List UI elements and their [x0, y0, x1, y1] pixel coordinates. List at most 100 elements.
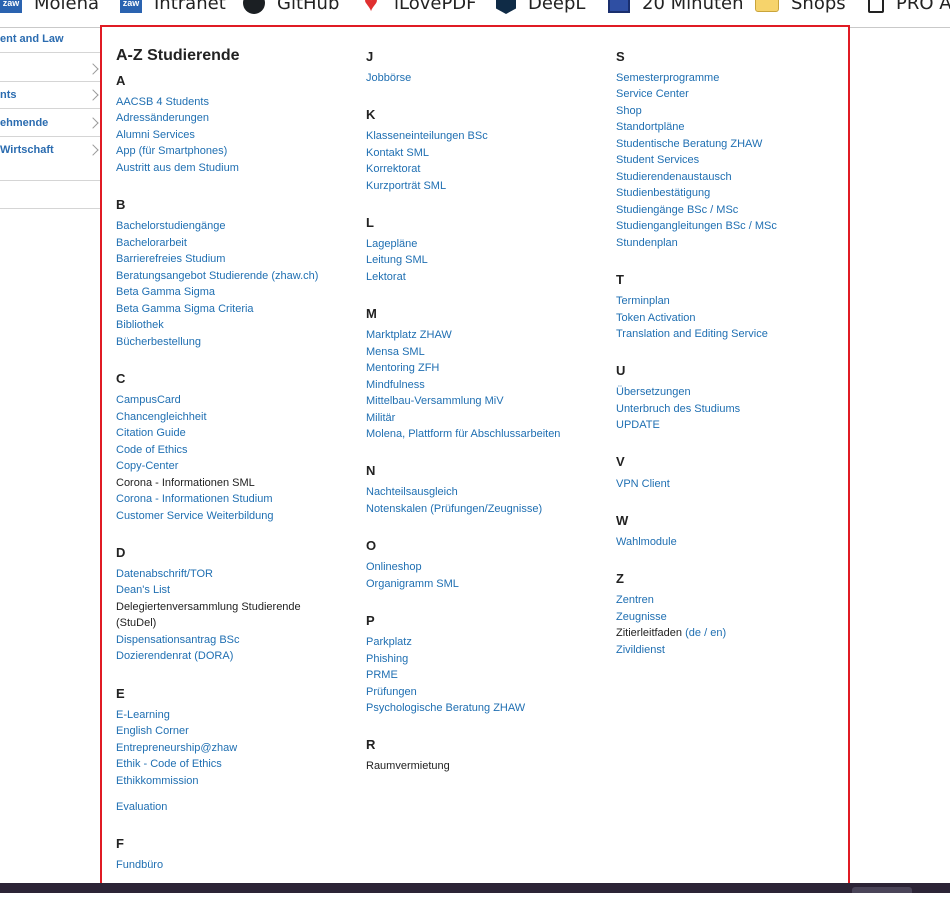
link-aacsb[interactable]: AACSB 4 Students — [116, 94, 209, 110]
link-alumni[interactable]: Alumni Services — [116, 127, 195, 143]
link-beratungsangebot[interactable]: Beratungsangebot Studierende (zhaw.ch) — [116, 268, 318, 284]
link-militaer[interactable]: Militär — [366, 410, 395, 426]
link-dispensationsantrag[interactable]: Dispensationsantrag BSc — [116, 632, 240, 648]
letter-heading-a: A — [116, 73, 126, 88]
link-bachelorstudiengaenge[interactable]: Bachelorstudiengänge — [116, 218, 225, 234]
link-beta-gamma-sigma[interactable]: Beta Gamma Sigma — [116, 284, 215, 300]
link-molena[interactable]: Molena, Plattform für Abschlussarbeiten — [366, 426, 560, 442]
link-deans-list[interactable]: Dean's List — [116, 582, 170, 598]
link-citation-guide[interactable]: Citation Guide — [116, 425, 186, 441]
link-pruefungen[interactable]: Prüfungen — [366, 684, 417, 700]
link-zentren[interactable]: Zentren — [616, 592, 654, 608]
link-studienbestaetigung[interactable]: Studienbestätigung — [616, 185, 710, 201]
link-bibliothek[interactable]: Bibliothek — [116, 317, 164, 333]
sidenav-item-economy[interactable]: Wirtschaft — [0, 144, 100, 160]
link-studiengangleitungen[interactable]: Studiengangleitungen BSc / MSc — [616, 218, 777, 234]
link-ethik-code[interactable]: Ethik - Code of Ethics — [116, 756, 222, 772]
link-mindfulness[interactable]: Mindfulness — [366, 377, 425, 393]
link-english-corner[interactable]: English Corner — [116, 723, 189, 739]
link-korrektorat[interactable]: Korrektorat — [366, 161, 420, 177]
chevron-right-icon — [87, 117, 99, 129]
link-terminplan[interactable]: Terminplan — [616, 293, 670, 309]
link-bachelorarbeit[interactable]: Bachelorarbeit — [116, 235, 187, 251]
divider — [0, 208, 100, 209]
link-customer-service[interactable]: Customer Service Weiterbildung — [116, 508, 274, 524]
link-campuscard[interactable]: CampusCard — [116, 392, 181, 408]
link-organigramm[interactable]: Organigramm SML — [366, 576, 459, 592]
sidenav-item-students[interactable]: nts — [0, 89, 100, 105]
link-klasseneinteilungen[interactable]: Klasseneinteilungen BSc — [366, 128, 488, 144]
link-entrepreneurship[interactable]: Entrepreneurship@zhaw — [116, 740, 237, 756]
link-translation-editing[interactable]: Translation and Editing Service — [616, 326, 768, 342]
link-zitierleitfaden-de[interactable]: de — [689, 627, 701, 639]
bookmark-folder-shops[interactable]: Shops — [755, 0, 846, 16]
bookmark-pro[interactable]: PRO A — [868, 0, 950, 16]
link-dozierendenrat[interactable]: Dozierendenrat (DORA) — [116, 648, 233, 664]
link-onlineshop[interactable]: Onlineshop — [366, 559, 422, 575]
link-stundenplan[interactable]: Stundenplan — [616, 235, 678, 251]
link-fundbuero[interactable]: Fundbüro — [116, 857, 163, 873]
link-student-services[interactable]: Student Services — [616, 152, 699, 168]
link-lageplaene[interactable]: Lagepläne — [366, 236, 417, 252]
bookmark-github[interactable]: GitHub — [243, 0, 339, 16]
link-app[interactable]: App (für Smartphones) — [116, 143, 227, 159]
link-jobboerse[interactable]: Jobbörse — [366, 70, 411, 86]
link-leitung-sml[interactable]: Leitung SML — [366, 252, 428, 268]
link-parkplatz[interactable]: Parkplatz — [366, 634, 412, 650]
link-uebersetzungen[interactable]: Übersetzungen — [616, 384, 691, 400]
sidenav-item-blank[interactable] — [0, 61, 100, 77]
link-standortplaene[interactable]: Standortpläne — [616, 119, 685, 135]
bookmark-intranet[interactable]: zaw Intranet — [120, 0, 226, 16]
link-barrierefrei[interactable]: Barrierefreies Studium — [116, 251, 225, 267]
link-chancengleichheit[interactable]: Chancengleichheit — [116, 409, 207, 425]
link-vpn-client[interactable]: VPN Client — [616, 476, 670, 492]
link-datenabschrift[interactable]: Datenabschrift/TOR — [116, 566, 213, 582]
link-studiengaenge[interactable]: Studiengänge BSc / MSc — [616, 202, 738, 218]
link-mensa[interactable]: Mensa SML — [366, 344, 425, 360]
link-semesterprogramme[interactable]: Semesterprogramme — [616, 70, 719, 86]
bookmark-ilovepdf[interactable]: ♥ iLovePDF — [360, 0, 477, 16]
sidenav-item-school[interactable]: ent and Law — [0, 33, 100, 45]
sidenav-item-participants[interactable]: ehmende — [0, 117, 100, 133]
bookmark-label: PRO A — [896, 0, 950, 14]
link-psychologische-beratung[interactable]: Psychologische Beratung ZHAW — [366, 700, 525, 716]
bookmark-molena[interactable]: zaw Molena — [0, 0, 99, 16]
link-austritt[interactable]: Austritt aus dem Studium — [116, 160, 239, 176]
link-ethikkommission[interactable]: Ethikkommission — [116, 773, 199, 789]
link-update[interactable]: UPDATE — [616, 417, 660, 433]
link-mittelbau[interactable]: Mittelbau-Versammlung MiV — [366, 393, 504, 409]
letter-heading-u: U — [616, 363, 626, 378]
link-phishing[interactable]: Phishing — [366, 651, 408, 667]
link-mentoring[interactable]: Mentoring ZFH — [366, 360, 439, 376]
link-corona-studium[interactable]: Corona - Informationen Studium — [116, 491, 273, 507]
link-shop[interactable]: Shop — [616, 103, 642, 119]
link-token-activation[interactable]: Token Activation — [616, 310, 696, 326]
link-copy-center[interactable]: Copy-Center — [116, 458, 178, 474]
link-zivildienst[interactable]: Zivildienst — [616, 642, 665, 658]
link-unterbruch[interactable]: Unterbruch des Studiums — [616, 401, 740, 417]
link-studierendenaustausch[interactable]: Studierendenaustausch — [616, 169, 732, 185]
link-wahlmodule[interactable]: Wahlmodule — [616, 534, 677, 550]
bookmark-deepl[interactable]: DeepL — [496, 0, 585, 16]
link-prme[interactable]: PRME — [366, 667, 398, 683]
bookmark-20-minuten[interactable]: 20 Minuten — [608, 0, 744, 16]
text-zitierleitfaden: Zitierleitfaden — [616, 627, 683, 639]
link-kontakt-sml[interactable]: Kontakt SML — [366, 145, 429, 161]
link-lektorat[interactable]: Lektorat — [366, 269, 406, 285]
bookmark-label: Molena — [34, 0, 100, 14]
link-bgs-criteria[interactable]: Beta Gamma Sigma Criteria — [116, 301, 254, 317]
link-notenskalen[interactable]: Notenskalen (Prüfungen/Zeugnisse) — [366, 501, 542, 517]
link-kurzportraet[interactable]: Kurzporträt SML — [366, 178, 446, 194]
link-code-of-ethics[interactable]: Code of Ethics — [116, 442, 188, 458]
link-zeugnisse[interactable]: Zeugnisse — [616, 609, 667, 625]
link-nachteilsausgleich[interactable]: Nachteilsausgleich — [366, 484, 458, 500]
link-e-learning[interactable]: E-Learning — [116, 707, 170, 723]
link-studentische-beratung[interactable]: Studentische Beratung ZHAW — [616, 136, 762, 152]
link-zitierleitfaden-en[interactable]: en — [710, 627, 722, 639]
link-evaluation[interactable]: Evaluation — [116, 799, 167, 815]
link-marktplatz[interactable]: Marktplatz ZHAW — [366, 327, 452, 343]
link-buecherbestellung[interactable]: Bücherbestellung — [116, 334, 201, 350]
link-adressaenderungen[interactable]: Adressänderungen — [116, 110, 209, 126]
link-service-center[interactable]: Service Center — [616, 86, 689, 102]
deepl-icon — [496, 0, 516, 14]
